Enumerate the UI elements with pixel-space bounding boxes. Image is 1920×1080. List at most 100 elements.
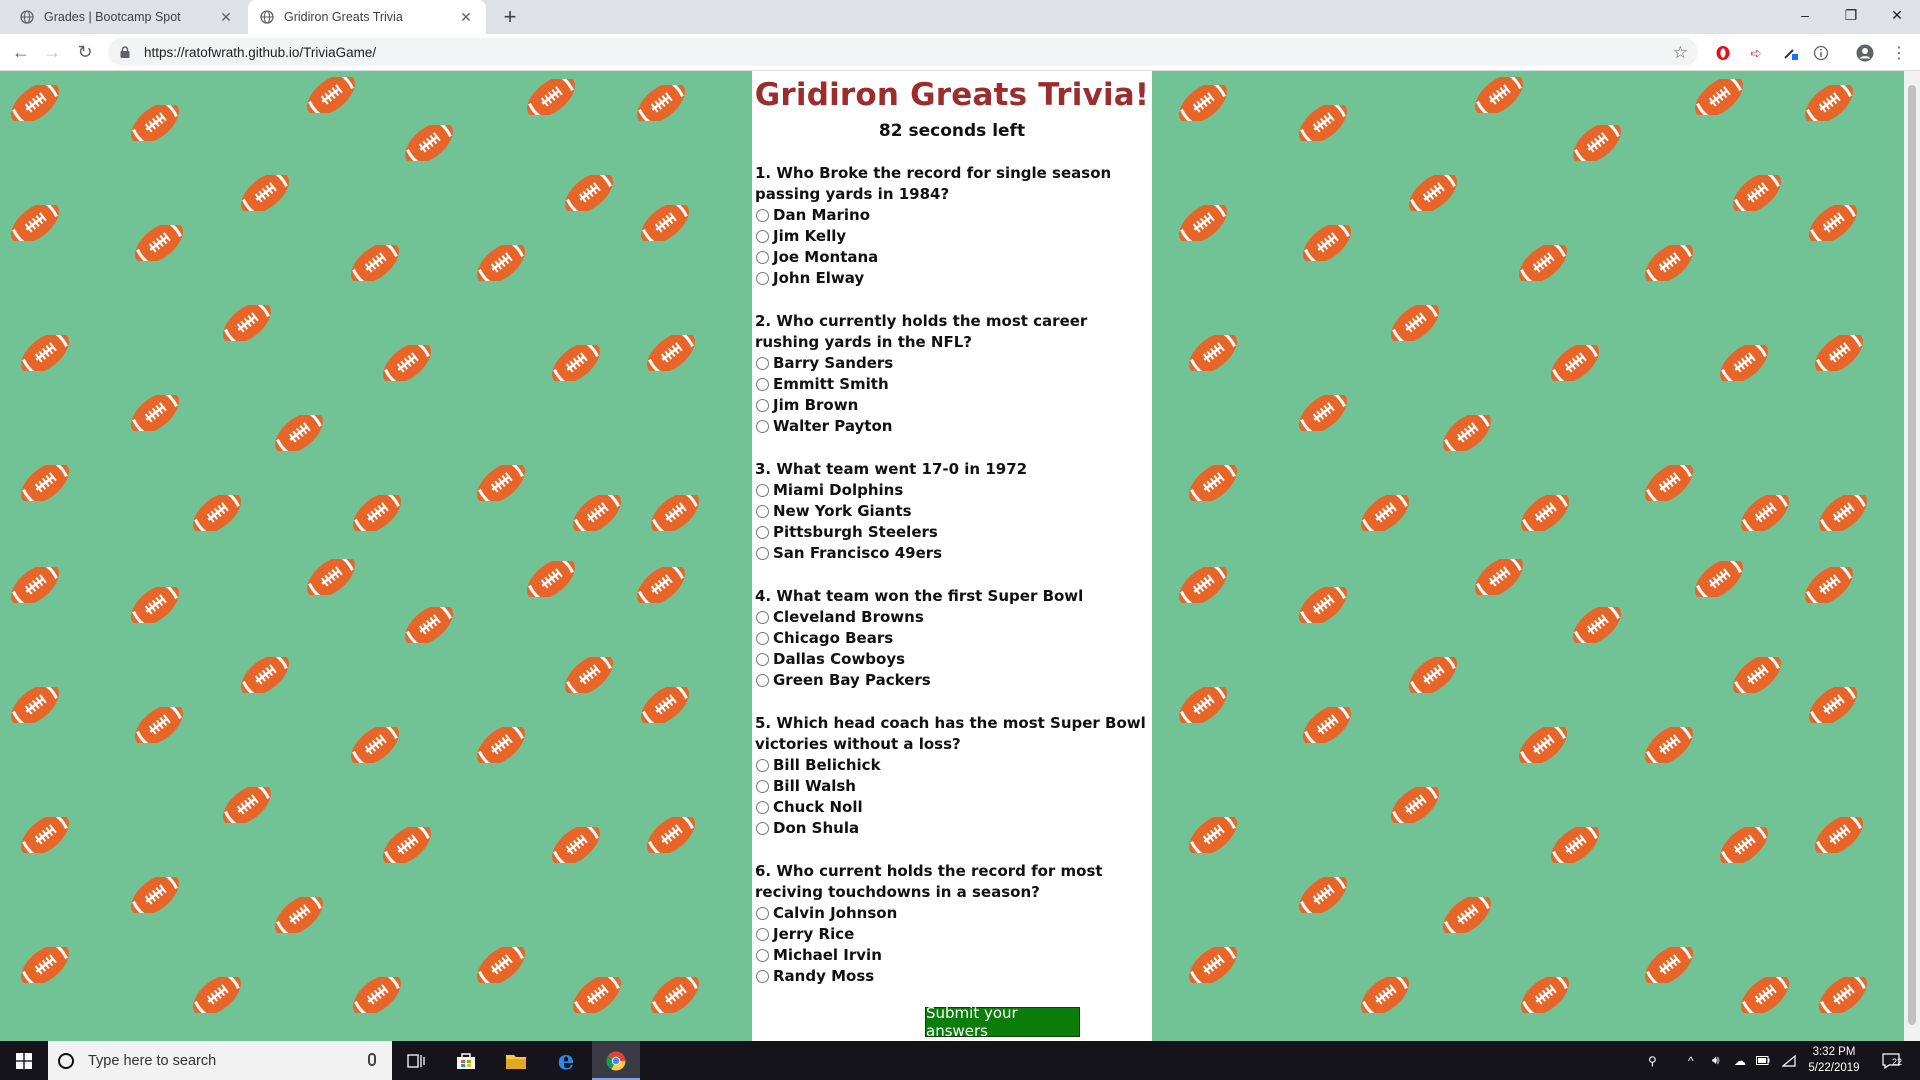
answer-option[interactable]: John Elway [755, 268, 1146, 289]
radio-button[interactable] [756, 611, 769, 624]
address-bar[interactable]: https://ratofwrath.github.io/TriviaGame/… [108, 38, 1698, 66]
new-tab-button[interactable]: + [498, 4, 522, 29]
radio-button[interactable] [756, 357, 769, 370]
back-button[interactable]: ← [9, 40, 33, 64]
football-icon [236, 654, 294, 696]
page-viewport: Gridiron Greats Trivia! 82 seconds left … [0, 71, 1920, 1041]
wifi-icon[interactable] [1782, 1041, 1796, 1080]
file-explorer-icon[interactable] [492, 1041, 540, 1080]
start-button[interactable] [0, 1041, 48, 1080]
tab-trivia[interactable]: Gridiron Greats Trivia ✕ [248, 0, 486, 34]
radio-button[interactable] [756, 272, 769, 285]
close-icon[interactable]: ✕ [458, 9, 474, 25]
answer-option[interactable]: Jim Kelly [755, 226, 1146, 247]
radio-button[interactable] [756, 801, 769, 814]
answer-option[interactable]: New York Giants [755, 501, 1146, 522]
question-block: 5. Which head coach has the most Super B… [752, 713, 1152, 839]
question-block: 4. What team won the first Super Bowl Cle… [752, 586, 1152, 691]
answer-option[interactable]: Michael Irvin [755, 945, 1146, 966]
battery-icon[interactable] [1756, 1041, 1770, 1080]
answer-option[interactable]: Randy Moss [755, 966, 1146, 987]
radio-button[interactable] [756, 632, 769, 645]
radio-button[interactable] [756, 780, 769, 793]
answer-option[interactable]: Emmitt Smith [755, 374, 1146, 395]
reload-button[interactable]: ↻ [73, 40, 97, 64]
tab-grades[interactable]: Grades | Bootcamp Spot ✕ [8, 0, 246, 34]
radio-button[interactable] [756, 970, 769, 983]
forward-button[interactable]: → [40, 40, 64, 64]
tab-title: Gridiron Greats Trivia [284, 10, 403, 24]
scrollbar-thumb[interactable] [1908, 85, 1916, 1025]
answer-option[interactable]: Jerry Rice [755, 924, 1146, 945]
bookmark-star-icon[interactable]: ☆ [1673, 43, 1688, 63]
radio-button[interactable] [756, 251, 769, 264]
chevron-up-icon[interactable]: ^ [1688, 1041, 1694, 1080]
radio-button[interactable] [756, 907, 769, 920]
profile-avatar-icon[interactable] [1855, 43, 1875, 63]
share-extension-icon[interactable]: ➪ [1746, 43, 1766, 63]
notification-center-icon[interactable]: 22 [1882, 1041, 1902, 1080]
close-window-button[interactable]: ✕ [1874, 0, 1920, 30]
people-icon[interactable]: ⚲ [1648, 1041, 1657, 1080]
football-icon [126, 584, 184, 626]
onedrive-cloud-icon[interactable]: ☁ [1734, 1041, 1746, 1080]
answer-option[interactable]: Calvin Johnson [755, 903, 1146, 924]
radio-button[interactable] [756, 949, 769, 962]
radio-button[interactable] [756, 759, 769, 772]
radio-button[interactable] [756, 484, 769, 497]
radio-button[interactable] [756, 928, 769, 941]
radio-button[interactable] [756, 547, 769, 560]
radio-button[interactable] [756, 209, 769, 222]
taskbar-search[interactable]: Type here to search [48, 1041, 392, 1080]
opera-extension-icon[interactable] [1713, 43, 1733, 63]
restore-button[interactable]: ❐ [1828, 0, 1874, 30]
answer-option[interactable]: Dallas Cowboys [755, 649, 1146, 670]
answer-option[interactable]: Green Bay Packers [755, 670, 1146, 691]
menu-kebab-icon[interactable]: ⋮ [1889, 43, 1909, 63]
close-icon[interactable]: ✕ [218, 9, 234, 25]
radio-button[interactable] [756, 505, 769, 518]
answer-label: Dan Marino [773, 206, 871, 224]
radio-button[interactable] [756, 526, 769, 539]
info-extension-icon[interactable] [1811, 43, 1831, 63]
volume-icon[interactable]: 🔊︎ [1712, 1041, 1720, 1080]
radio-button[interactable] [756, 399, 769, 412]
answer-option[interactable]: Miami Dolphins [755, 480, 1146, 501]
answer-option[interactable]: Walter Payton [755, 416, 1146, 437]
edge-browser-icon[interactable]: e [542, 1041, 590, 1080]
answer-label: Emmitt Smith [773, 375, 889, 393]
task-view-icon[interactable] [392, 1041, 440, 1080]
answer-option[interactable]: Chicago Bears [755, 628, 1146, 649]
microphone-icon[interactable] [368, 1053, 376, 1066]
pen-extension-icon[interactable] [1781, 43, 1801, 63]
minimize-button[interactable]: – [1782, 0, 1828, 30]
answer-option[interactable]: Jim Brown [755, 395, 1146, 416]
answer-option[interactable]: Dan Marino [755, 205, 1146, 226]
answer-option[interactable]: San Francisco 49ers [755, 543, 1146, 564]
system-clock[interactable]: 3:32 PM 5/22/2019 [1800, 1044, 1868, 1076]
radio-button[interactable] [756, 420, 769, 433]
answer-option[interactable]: Joe Montana [755, 247, 1146, 268]
answer-option[interactable]: Barry Sanders [755, 353, 1146, 374]
answer-option[interactable]: Don Shula [755, 818, 1146, 839]
answer-label: Bill Belichick [773, 756, 881, 774]
answer-option[interactable]: Pittsburgh Steelers [755, 522, 1146, 543]
answer-option[interactable]: Bill Belichick [755, 755, 1146, 776]
store-icon[interactable] [442, 1041, 490, 1080]
radio-button[interactable] [756, 653, 769, 666]
chrome-icon[interactable] [592, 1041, 640, 1080]
football-icon [632, 82, 690, 124]
answer-option[interactable]: Cleveland Browns [755, 607, 1146, 628]
radio-button[interactable] [756, 378, 769, 391]
submit-button[interactable]: Submit your answers [925, 1004, 1080, 1040]
radio-button[interactable] [756, 230, 769, 243]
answer-option[interactable]: Bill Walsh [755, 776, 1146, 797]
radio-button[interactable] [756, 822, 769, 835]
football-icon [126, 874, 184, 916]
scrollbar[interactable] [1904, 71, 1920, 1041]
radio-button[interactable] [756, 674, 769, 687]
football-icon [1546, 824, 1604, 866]
answer-option[interactable]: Chuck Noll [755, 797, 1146, 818]
football-icon [1715, 342, 1773, 384]
football-icon [1810, 814, 1868, 856]
